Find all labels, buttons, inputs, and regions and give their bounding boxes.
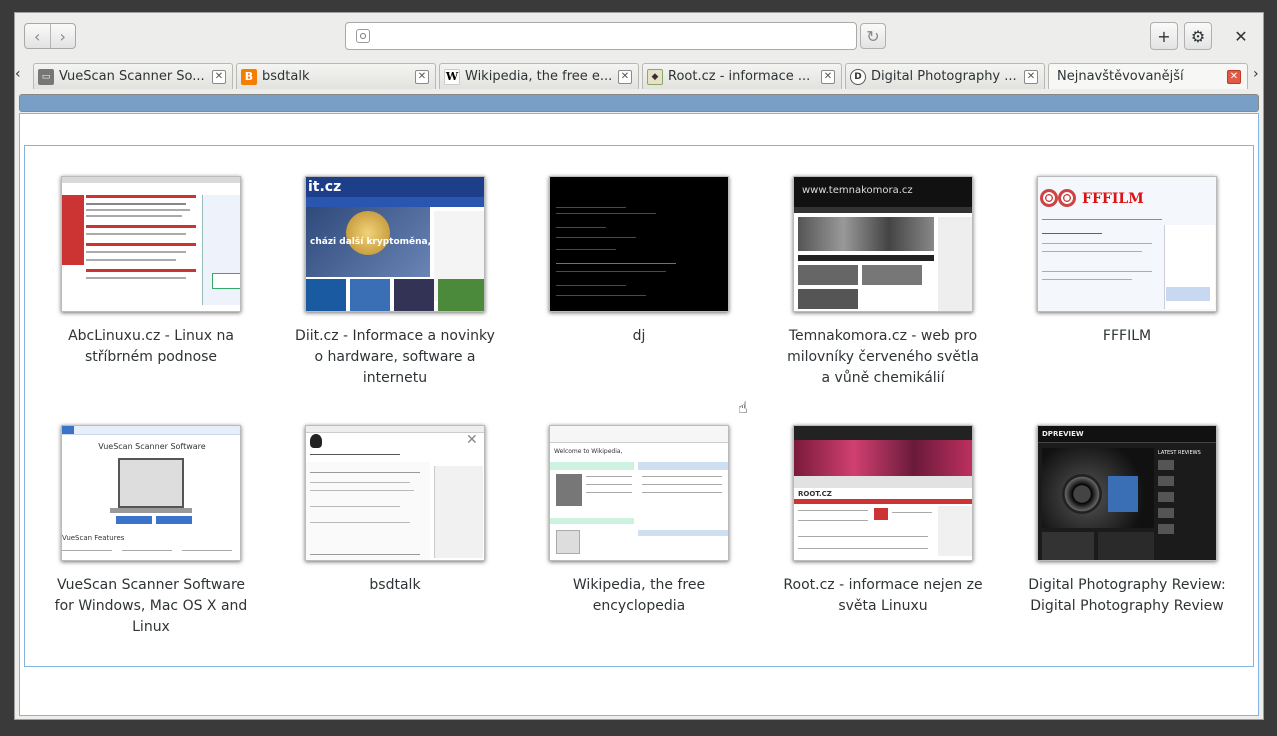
thumbnail-grid: AbcLinuxu.cz - Linux na stříbrném podnos…	[24, 145, 1254, 667]
dpreview-latest: LATEST REVIEWS	[1158, 450, 1201, 456]
root-favicon-icon: ◆	[647, 68, 663, 85]
wikipedia-favicon-icon: W	[444, 68, 460, 85]
thumbnail-fffilm[interactable]: FFFILM	[1037, 176, 1217, 312]
thumbnail-dj[interactable]	[549, 176, 729, 312]
toolbar: ‹ › ↻ + ⚙ ✕	[15, 13, 1263, 59]
thumbnail-bsdtalk[interactable]: ✕	[305, 425, 485, 561]
vuescan-favicon-icon: ▭	[38, 68, 54, 85]
tab-vuescan[interactable]: ▭ VueScan Scanner So... ✕	[33, 63, 233, 89]
blogger-favicon-icon: B	[241, 68, 257, 85]
tile-title: Root.cz - informace nejen ze světa Linux…	[783, 577, 983, 614]
forward-button[interactable]: ›	[49, 24, 76, 48]
tab-title: Nejnavštěvovanější	[1057, 69, 1184, 84]
diit-headline: cházi další kryptoměna,	[310, 237, 432, 247]
load-progress-bar	[19, 94, 1259, 112]
vuescan-heading: VueScan Scanner Software	[98, 442, 206, 451]
thumbnail-dpreview[interactable]: DPREVIEW LATEST REVIEWS	[1037, 425, 1217, 561]
thumbnail-diit[interactable]: it.cz cházi další kryptoměna,	[305, 176, 485, 312]
thumbnail-temnakomora[interactable]: www.temnakomora.cz	[793, 176, 973, 312]
root-logo: ROOT.CZ	[798, 490, 832, 498]
tile-temnakomora[interactable]: www.temnakomora.cz Temnakomora.cz - web …	[783, 176, 983, 389]
tile-title: bsdtalk	[369, 577, 421, 593]
vuescan-features: VueScan Features	[62, 534, 125, 542]
tile-title: dj	[632, 328, 646, 344]
tile-bsdtalk[interactable]: ✕ bsdtalk	[295, 425, 495, 596]
tile-diit[interactable]: it.cz cházi další kryptoměna, Diit.cz - …	[295, 176, 495, 389]
tile-title: Diit.cz - Informace a novinky o hardware…	[295, 328, 495, 386]
settings-button[interactable]: ⚙	[1184, 22, 1212, 50]
tab-close-icon[interactable]: ✕	[1024, 69, 1038, 84]
tab-close-icon[interactable]: ✕	[212, 69, 226, 84]
tab-title: Root.cz - informace ...	[668, 69, 811, 84]
tile-abclinuxu[interactable]: AbcLinuxu.cz - Linux na stříbrném podnos…	[51, 176, 251, 368]
gear-icon: ⚙	[1190, 26, 1206, 46]
tab-scroll-right-icon[interactable]: ›	[1253, 66, 1259, 82]
tab-close-icon[interactable]: ✕	[1227, 69, 1241, 84]
tab-bsdtalk[interactable]: B bsdtalk ✕	[236, 63, 436, 89]
most-visited-page: AbcLinuxu.cz - Linux na stříbrném podnos…	[19, 113, 1259, 716]
tile-vuescan[interactable]: VueScan Scanner Software VueScan Feature…	[51, 425, 251, 638]
page-icon	[356, 29, 370, 43]
close-window-button[interactable]: ✕	[1229, 24, 1253, 48]
tab-root[interactable]: ◆ Root.cz - informace ... ✕	[642, 63, 842, 89]
fffilm-logo: FFFILM	[1082, 191, 1144, 207]
temnakomora-logo: www.temnakomora.cz	[802, 185, 913, 196]
thumbnail-root[interactable]: ROOT.CZ	[793, 425, 973, 561]
thumbnail-vuescan[interactable]: VueScan Scanner Software VueScan Feature…	[61, 425, 241, 561]
tile-fffilm[interactable]: FFFILM FFFILM	[1027, 176, 1227, 347]
tile-title: AbcLinuxu.cz - Linux na stříbrném podnos…	[68, 328, 234, 365]
tile-dpreview[interactable]: DPREVIEW LATEST REVIEWS Digital Photogra…	[1027, 425, 1227, 617]
tile-wikipedia[interactable]: Welcome to Wikipedia, Wikipedia, the fre…	[539, 425, 739, 617]
tab-scroll-left-icon[interactable]: ‹	[15, 66, 21, 82]
new-tab-button[interactable]: +	[1150, 22, 1178, 50]
tab-title: VueScan Scanner So...	[59, 69, 205, 84]
tab-wikipedia[interactable]: W Wikipedia, the free e... ✕	[439, 63, 639, 89]
tab-title: bsdtalk	[262, 69, 310, 84]
tab-close-icon[interactable]: ✕	[821, 69, 835, 84]
tab-close-icon[interactable]: ✕	[618, 69, 632, 84]
load-progress-fill	[20, 95, 1258, 111]
tile-title: VueScan Scanner Software for Windows, Ma…	[54, 577, 248, 635]
address-bar[interactable]	[345, 22, 857, 50]
diit-logo: it.cz	[308, 179, 342, 195]
hand-cursor-icon: ☝	[738, 398, 748, 417]
tile-dj[interactable]: dj	[539, 176, 739, 347]
reload-button[interactable]: ↻	[860, 23, 886, 49]
tile-title: Temnakomora.cz - web pro milovníky červe…	[787, 328, 979, 386]
tab-title: Digital Photography ...	[871, 69, 1017, 84]
thumbnail-abclinuxu[interactable]	[61, 176, 241, 312]
tile-title: Wikipedia, the free encyclopedia	[572, 577, 706, 614]
tab-title: Wikipedia, the free e...	[465, 69, 613, 84]
url-input[interactable]	[376, 24, 856, 48]
wikipedia-welcome: Welcome to Wikipedia,	[554, 448, 623, 455]
tab-close-icon[interactable]: ✕	[415, 69, 429, 84]
tile-title: FFFILM	[1102, 328, 1152, 344]
tile-root[interactable]: ROOT.CZ Root.cz - informace nejen ze svě…	[783, 425, 983, 617]
tile-title: Digital Photography Review: Digital Phot…	[1028, 577, 1226, 614]
browser-window: ‹ › ↻ + ⚙ ✕ ‹ ▭ VueScan Scanner So... ✕ …	[14, 12, 1264, 720]
tab-bar: ‹ ▭ VueScan Scanner So... ✕ B bsdtalk ✕ …	[15, 60, 1263, 90]
back-button[interactable]: ‹	[25, 24, 50, 48]
dpreview-logo: DPREVIEW	[1042, 430, 1084, 438]
thumbnail-wikipedia[interactable]: Welcome to Wikipedia,	[549, 425, 729, 561]
tab-most-visited[interactable]: Nejnavštěvovanější ✕	[1048, 63, 1248, 89]
dpreview-favicon-icon: D	[850, 68, 866, 85]
forward-arrow-icon: ›	[59, 26, 66, 46]
reload-icon: ↻	[866, 26, 880, 46]
back-arrow-icon: ‹	[34, 26, 41, 46]
close-icon: ✕	[1234, 26, 1248, 46]
tab-dpreview[interactable]: D Digital Photography ... ✕	[845, 63, 1045, 89]
navigation-buttons: ‹ ›	[24, 23, 76, 49]
new-tab-icon: +	[1157, 26, 1171, 46]
